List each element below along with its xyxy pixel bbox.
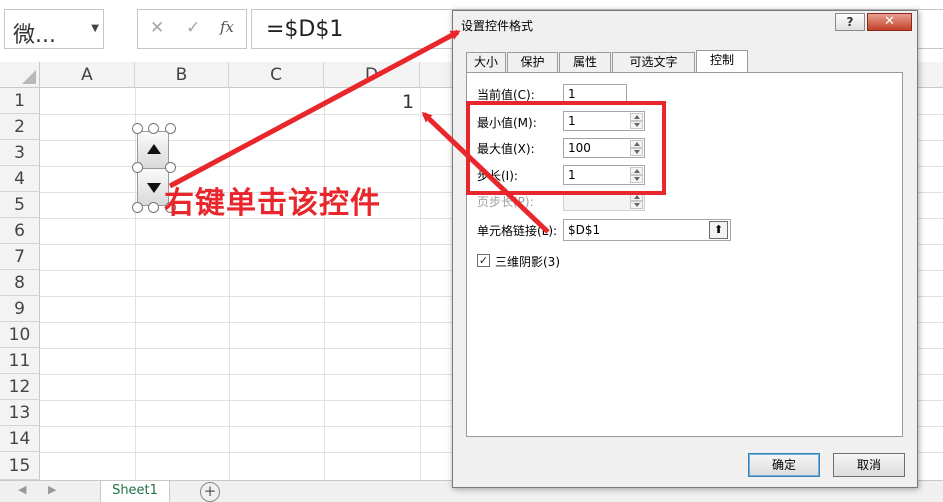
row-header-4[interactable]: 4 [0,166,40,192]
name-box[interactable]: 微... ▼ [4,9,104,49]
row-header-12[interactable]: 12 [0,374,40,400]
formula-buttons: ✕ ✓ fx [137,9,247,49]
resize-handle[interactable] [165,123,176,134]
resize-handle[interactable] [148,123,159,134]
annotation-callout: 右键单击该控件 [164,186,381,221]
format-control-dialog: 设置控件格式 ? ✕ 大小 保护 属性 可选文字 控制 当前值(C): 1 最小… [452,10,918,488]
cell-link-text: $D$1 [568,223,601,237]
cell-link-label: 单元格链接(L): [477,224,558,238]
resize-handle[interactable] [165,162,176,173]
tab-properties[interactable]: 属性 [559,52,611,72]
highlight-box [466,101,666,195]
triangle-up-icon [147,144,161,154]
row-header-5[interactable]: 5 [0,192,40,218]
help-button[interactable]: ? [835,13,865,31]
name-box-value: 微... [13,23,56,48]
cell-d1-value[interactable]: 1 [402,91,414,113]
row-header-15[interactable]: 15 [0,452,40,480]
row-header-9[interactable]: 9 [0,296,40,322]
column-header-b[interactable]: B [135,62,229,88]
resize-handle[interactable] [132,123,143,134]
triangle-down-icon [147,183,161,193]
resize-handle[interactable] [132,162,143,173]
resize-handle[interactable] [132,202,143,213]
cell-link-input[interactable]: $D$1 ⬆ [563,219,731,241]
row-header-3[interactable]: 3 [0,140,40,166]
chevron-right-icon[interactable]: ▶ [48,483,56,496]
row-header-6[interactable]: 6 [0,218,40,244]
dialog-title: 设置控件格式 [461,19,534,33]
row-header-10[interactable]: 10 [0,322,40,348]
tab-size[interactable]: 大小 [466,52,506,72]
close-button[interactable]: ✕ [867,13,912,31]
formula-text: =$D$1 [266,17,344,42]
column-header-d[interactable]: D [324,62,420,88]
row-header-14[interactable]: 14 [0,426,40,452]
tab-control[interactable]: 控制 [696,50,748,73]
cancel-button[interactable]: 取消 [833,453,905,477]
row-header-7[interactable]: 7 [0,244,40,270]
3d-shading-checkbox[interactable]: ✓ [477,254,490,267]
tab-alt-text[interactable]: 可选文字 [612,52,695,72]
sheet-tab-sheet1[interactable]: Sheet1 [100,481,170,502]
row-header-2[interactable]: 2 [0,114,40,140]
select-all-corner[interactable] [0,62,40,88]
row-header-13[interactable]: 13 [0,400,40,426]
row-header-8[interactable]: 8 [0,270,40,296]
spin-down-icon [630,201,643,209]
tab-protection[interactable]: 保护 [507,52,558,72]
cancel-icon[interactable]: ✕ [150,18,164,38]
page-step-label: 页步长(P): [477,195,534,209]
resize-handle[interactable] [148,202,159,213]
chevron-left-icon[interactable]: ◀ [18,483,26,496]
row-header-11[interactable]: 11 [0,348,40,374]
ok-button[interactable]: 确定 [748,453,820,477]
function-icon[interactable]: fx [220,18,234,36]
column-header-a[interactable]: A [40,62,135,88]
dialog-title-bar[interactable]: 设置控件格式 ? ✕ [453,11,917,39]
range-picker-icon[interactable]: ⬆ [709,221,728,239]
3d-shading-label[interactable]: 三维阴影(3) [495,253,560,270]
column-header-c[interactable]: C [229,62,324,88]
add-sheet-icon[interactable]: + [200,482,220,502]
chevron-down-icon[interactable]: ▼ [91,23,99,34]
row-header-1[interactable]: 1 [0,88,40,114]
enter-icon[interactable]: ✓ [186,18,200,38]
